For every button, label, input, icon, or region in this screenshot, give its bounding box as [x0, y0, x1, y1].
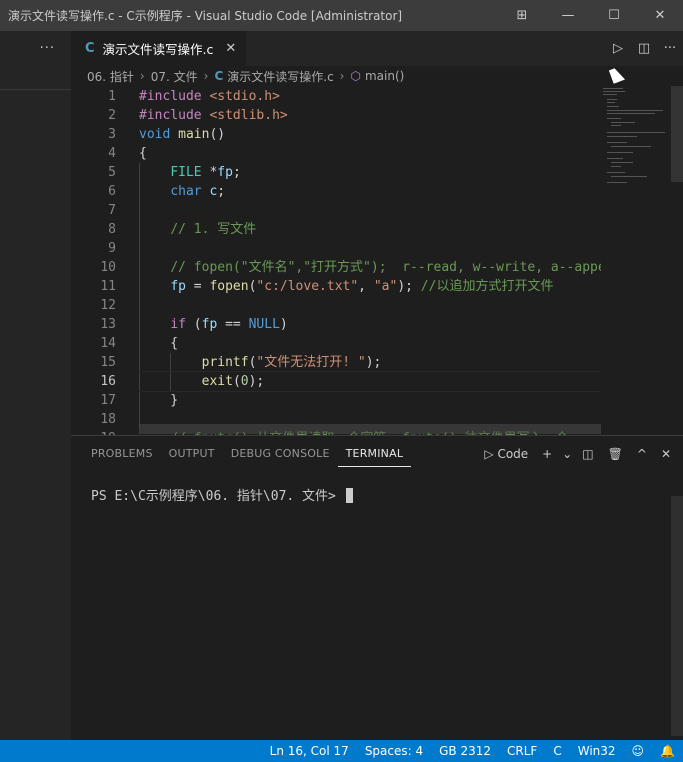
- code-line: fp = fopen("c:/love.txt", "a"); //以追加方式打…: [170, 279, 554, 294]
- code-lines[interactable]: #include <stdio.h> #include <stdlib.h> v…: [139, 87, 601, 435]
- c-file-icon: C: [85, 41, 95, 56]
- terminal-cursor: [345, 488, 353, 503]
- tab-demo-file[interactable]: C 演示文件读写操作.c ✕: [71, 31, 247, 66]
- editor-more-icon[interactable]: ···: [657, 41, 683, 56]
- code-line: if (fp == NULL): [170, 317, 288, 332]
- terminal[interactable]: PS E:\C示例程序\06. 指针\07. 文件>: [71, 471, 683, 504]
- line-number: 14: [100, 336, 116, 351]
- minimap[interactable]: [601, 86, 671, 435]
- breadcrumb: 06. 指针 › 07. 文件 › C 演示文件读写操作.c › ⬡ main(…: [71, 66, 683, 86]
- bell-icon[interactable]: 🔔: [652, 744, 683, 758]
- terminal-dropdown-icon[interactable]: ⌄: [562, 447, 572, 461]
- line-number: 12: [100, 298, 116, 313]
- line-number: 1: [108, 89, 116, 104]
- horizontal-scrollbar[interactable]: [139, 424, 601, 434]
- terminal-shell-label: Code: [497, 446, 529, 461]
- scrollbar-thumb[interactable]: [671, 86, 683, 182]
- split-editor-icon[interactable]: ◫: [631, 41, 657, 56]
- tab-problems[interactable]: PROBLEMS: [83, 436, 161, 471]
- breadcrumb-folder-file[interactable]: 07. 文件: [151, 68, 198, 85]
- breadcrumb-separator: ›: [139, 69, 145, 83]
- status-cursor-position[interactable]: Ln 16, Col 17: [262, 744, 357, 758]
- code-line: #include <stdlib.h>: [139, 108, 288, 123]
- split-terminal-icon[interactable]: ◫: [578, 447, 597, 461]
- line-number: 8: [108, 222, 116, 237]
- code-line: #include <stdio.h>: [139, 89, 280, 104]
- c-file-icon: C: [214, 69, 224, 83]
- close-window-button[interactable]: ✕: [637, 0, 683, 31]
- code-line: FILE *fp;: [170, 165, 241, 180]
- breadcrumb-symbol[interactable]: main(): [365, 69, 404, 83]
- title-bar: 演示文件读写操作.c - C示例程序 - Visual Studio Code …: [0, 0, 683, 31]
- feedback-icon[interactable]: ☺: [624, 744, 653, 758]
- line-number: 4: [108, 146, 116, 161]
- code-line: void main(): [139, 127, 226, 142]
- code-line: printf("文件无法打开! ");: [201, 355, 382, 370]
- line-number: 15: [100, 355, 116, 370]
- line-number: 18: [100, 412, 116, 427]
- line-number: 17: [100, 393, 116, 408]
- close-tab-icon[interactable]: ✕: [225, 41, 236, 56]
- tab-debug-console[interactable]: DEBUG CONSOLE: [223, 436, 338, 471]
- sidebar-divider: [0, 89, 71, 90]
- tab-label: 演示文件读写操作.c: [102, 42, 214, 57]
- new-terminal-icon[interactable]: +: [538, 447, 556, 461]
- line-number: 7: [108, 203, 116, 218]
- symbol-method-icon: ⬡: [350, 69, 361, 83]
- status-eol[interactable]: CRLF: [499, 744, 545, 758]
- code-line: char c;: [170, 184, 226, 199]
- bottom-panel: PROBLEMS OUTPUT DEBUG CONSOLE TERMINAL ▷…: [71, 435, 683, 740]
- maximize-panel-icon[interactable]: ^: [633, 447, 651, 461]
- status-encoding[interactable]: GB 2312: [431, 744, 499, 758]
- terminal-icon: ▷: [484, 446, 494, 461]
- line-number: 2: [108, 108, 116, 123]
- code-line: {: [139, 336, 179, 351]
- line-number: 10: [100, 260, 116, 275]
- code-line: {: [139, 146, 147, 161]
- breadcrumb-folder-pointer[interactable]: 06. 指针: [87, 68, 134, 85]
- line-numbers: 1 2 3 4 5 6 7 8 9 10 11 12 13 14 15 16 1…: [71, 87, 116, 435]
- breadcrumb-separator: ›: [339, 69, 345, 83]
- status-language[interactable]: C: [545, 744, 569, 758]
- sidebar-more-icon[interactable]: ···: [40, 41, 55, 56]
- code-line: // 1. 写文件: [170, 222, 257, 237]
- layout-icon[interactable]: ⊞: [499, 0, 545, 31]
- terminal-shell-selector[interactable]: ▷ Code: [480, 447, 532, 461]
- line-number: 13: [100, 317, 116, 332]
- close-panel-icon[interactable]: ✕: [657, 447, 675, 461]
- code-editor[interactable]: 1 2 3 4 5 6 7 8 9 10 11 12 13 14 15 16 1…: [71, 86, 683, 435]
- maximize-button[interactable]: ☐: [591, 0, 637, 31]
- tab-terminal[interactable]: TERMINAL: [337, 440, 412, 467]
- terminal-scrollbar[interactable]: [671, 496, 683, 736]
- line-number: 5: [108, 165, 116, 180]
- window-title: 演示文件读写操作.c - C示例程序 - Visual Studio Code …: [8, 9, 403, 23]
- line-number: 9: [108, 241, 116, 256]
- breadcrumb-file[interactable]: 演示文件读写操作.c: [227, 68, 333, 85]
- line-number: 11: [100, 279, 116, 294]
- status-indentation[interactable]: Spaces: 4: [357, 744, 431, 758]
- tab-output[interactable]: OUTPUT: [161, 436, 223, 471]
- line-number-active: 16: [100, 374, 116, 389]
- line-number: 6: [108, 184, 116, 199]
- line-number: 3: [108, 127, 116, 142]
- breadcrumb-separator: ›: [203, 69, 209, 83]
- terminal-prompt: PS E:\C示例程序\06. 指针\07. 文件>: [91, 489, 344, 504]
- trash-icon[interactable]: 🗑: [604, 447, 627, 461]
- status-bar: Ln 16, Col 17 Spaces: 4 GB 2312 CRLF C W…: [0, 740, 683, 762]
- status-platform[interactable]: Win32: [570, 744, 624, 758]
- code-line: }: [139, 393, 179, 408]
- code-line: // fopen("文件名","打开方式"); r--read, w--writ…: [170, 260, 601, 275]
- editor-tabs: C 演示文件读写操作.c ✕ ▷ ◫ ···: [71, 31, 683, 66]
- vertical-scrollbar[interactable]: [671, 86, 683, 435]
- code-line-current: exit(0);: [139, 371, 601, 392]
- minimize-button[interactable]: —: [545, 0, 591, 31]
- sidebar: ···: [0, 31, 71, 740]
- run-icon[interactable]: ▷: [605, 41, 631, 56]
